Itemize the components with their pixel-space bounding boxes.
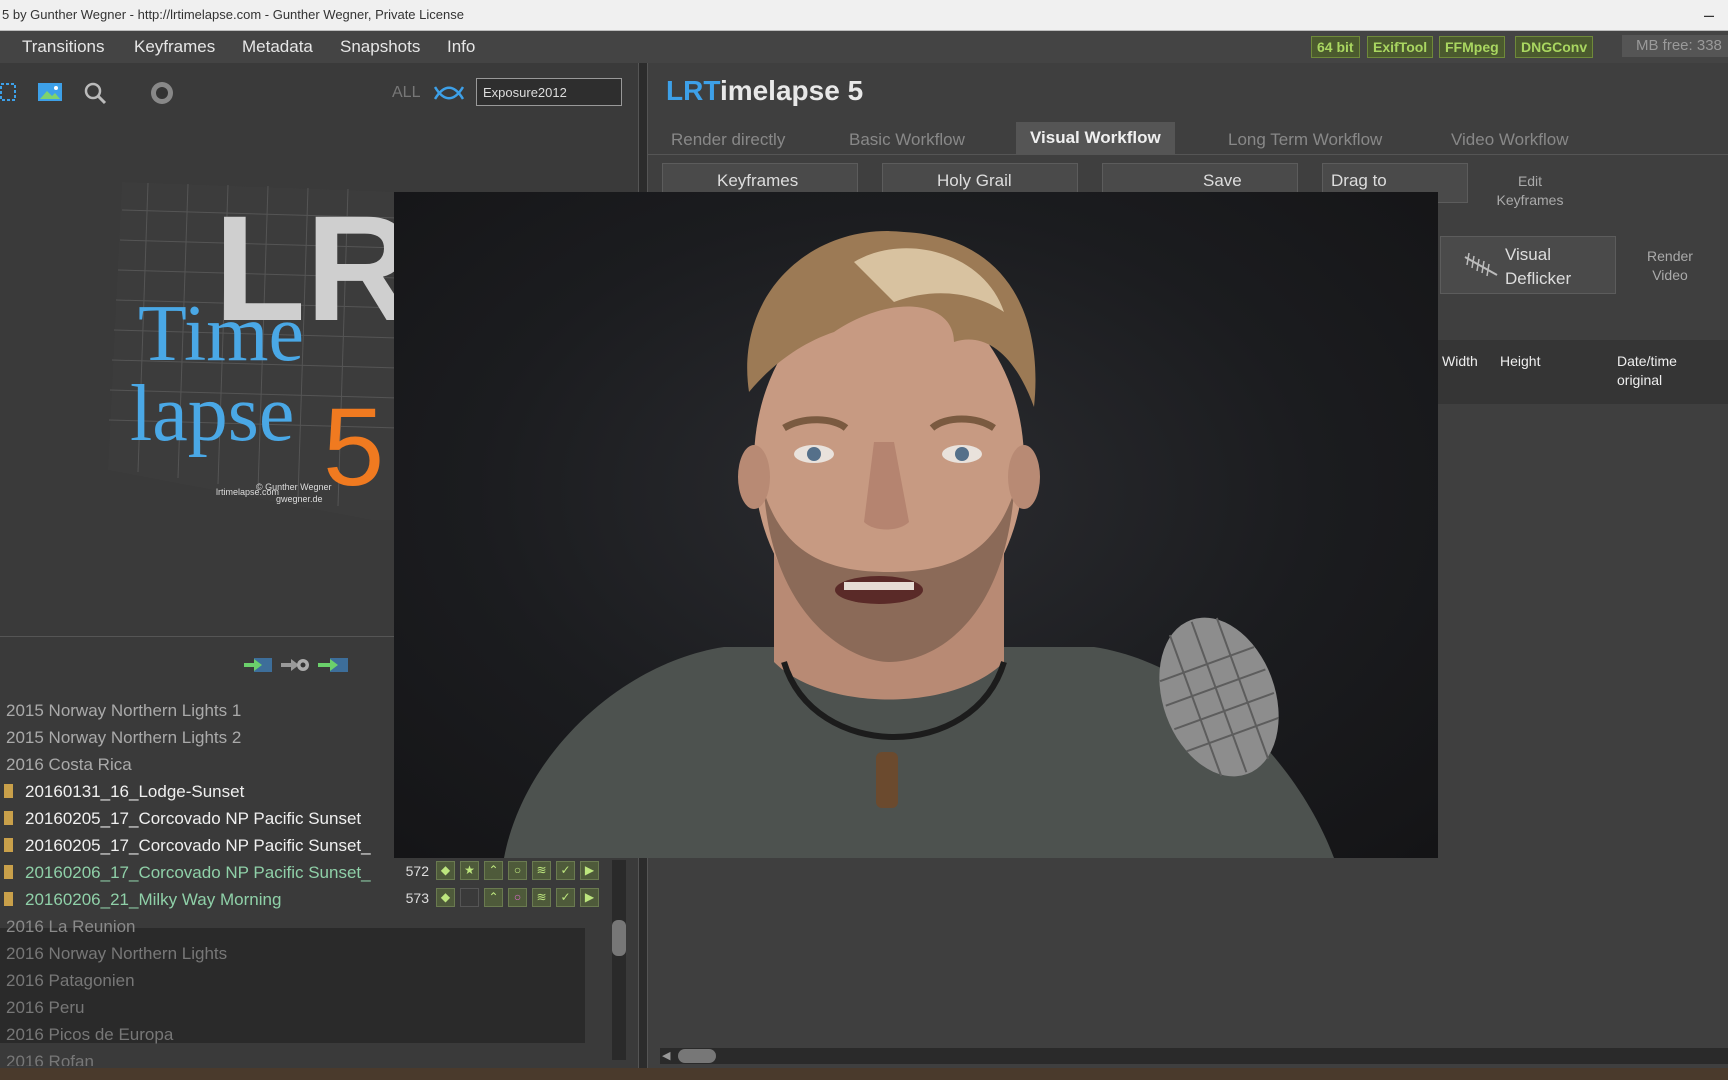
folder-icon (4, 784, 13, 798)
folder-item[interactable]: 2016 Peru (6, 998, 84, 1018)
folder-icon (4, 865, 13, 879)
cover-credit-2: lrtimelapse.com (216, 487, 279, 497)
tab-video-workflow[interactable]: Video Workflow (1451, 130, 1568, 150)
frame-row[interactable]: 572 ◆ ★ ⌃ ○ ≋ ✓ ▶ (395, 861, 605, 883)
menu-transitions[interactable]: Transitions (22, 37, 105, 57)
empty-icon[interactable] (460, 888, 479, 907)
menu-bar: Transitions Keyframes Metadata Snapshots… (0, 31, 1728, 64)
mb-free-indicator: MB free: 338 (1622, 35, 1728, 57)
folder-item[interactable]: 2016 Rofan (6, 1052, 94, 1066)
folder-item[interactable]: 2016 Costa Rica (6, 755, 132, 775)
badge-64bit: 64 bit (1311, 36, 1360, 58)
filter-input[interactable] (476, 78, 622, 106)
folder-icon (4, 811, 13, 825)
folder-item[interactable]: 2015 Norway Northern Lights 1 (6, 701, 241, 721)
scroll-left-icon[interactable]: ◀ (662, 1049, 670, 1062)
product-cover-image: LR Time lapse 5 © Gunther Wegner lrtimel… (108, 180, 414, 525)
search-icon[interactable] (83, 81, 107, 110)
badge-exiftool: ExifTool (1367, 36, 1434, 58)
tab-long-term-workflow[interactable]: Long Term Workflow (1228, 130, 1382, 150)
cover-time-text: Time (138, 290, 304, 378)
badge-dngconv: DNGConv (1515, 36, 1594, 58)
folder-item[interactable]: 2016 Picos de Europa (6, 1025, 173, 1045)
curve-icon[interactable]: ⌃ (484, 861, 503, 880)
col-width[interactable]: Width (1442, 352, 1478, 371)
folder-icon (4, 892, 13, 906)
folder-item[interactable]: 2016 Norway Northern Lights (6, 944, 227, 964)
filter-all-label[interactable]: ALL (392, 84, 420, 102)
scrollbar-thumb[interactable] (678, 1049, 716, 1063)
minimize-button[interactable]: – (1704, 0, 1714, 30)
window-title: 5 by Gunther Wegner - http://lrtimelapse… (2, 7, 464, 22)
visual-label: Visual (1505, 245, 1551, 264)
import-icon[interactable] (244, 655, 274, 680)
folder-item[interactable]: 2015 Norway Northern Lights 2 (6, 728, 241, 748)
scrollbar-thumb[interactable] (612, 920, 626, 956)
image-icon[interactable] (38, 83, 62, 106)
table-header: Width Height Date/time original (1430, 340, 1728, 404)
horizontal-scrollbar[interactable]: ◀ (660, 1048, 1728, 1064)
edit-keyframes-label: Edit Keyframes (1496, 173, 1564, 208)
circle-icon[interactable]: ○ (508, 861, 527, 880)
subfolder-item[interactable]: 20160205_17_Corcovado NP Pacific Sunset_ (4, 836, 371, 856)
visual-deflicker-button[interactable]: Visual Deflicker (1440, 236, 1616, 294)
folder-item[interactable]: 2016 Patagonien (6, 971, 135, 991)
menu-info[interactable]: Info (447, 37, 475, 57)
keyframe-icon[interactable]: ◆ (436, 861, 455, 880)
select-icon[interactable] (0, 83, 16, 106)
cover-credit-3: gwegner.de (276, 494, 323, 504)
col-height[interactable]: Height (1500, 352, 1540, 371)
subfolder-item[interactable]: 20160205_17_Corcovado NP Pacific Sunset (4, 809, 361, 829)
play-icon[interactable]: ▶ (580, 888, 599, 907)
subfolder-item-selected[interactable]: 20160206_17_Corcovado NP Pacific Sunset_ (4, 863, 371, 883)
render-video-label: Render Video (1647, 248, 1693, 283)
subfolder-item[interactable]: 20160131_16_Lodge-Sunset (4, 782, 244, 802)
settings-icon[interactable] (281, 655, 311, 680)
folder-icon (4, 838, 13, 852)
bottom-bar (0, 1068, 1728, 1080)
col-date-time[interactable]: Date/time original (1617, 352, 1677, 390)
title-bar: 5 by Gunther Wegner - http://lrtimelapse… (0, 0, 1728, 31)
divider (0, 636, 394, 637)
keyframe-icon[interactable]: ◆ (436, 888, 455, 907)
app-logo: LRTimelapse 5 (666, 75, 864, 106)
cover-lapse-text: lapse (130, 370, 294, 458)
folder-scrollbar[interactable] (612, 860, 626, 1060)
folder-item[interactable]: 2016 La Reunion (6, 917, 136, 937)
tab-basic-workflow[interactable]: Basic Workflow (849, 130, 965, 150)
check-icon[interactable]: ✓ (556, 888, 575, 907)
play-icon[interactable]: ▶ (580, 861, 599, 880)
subfolder-item-selected[interactable]: 20160206_21_Milky Way Morning (4, 890, 281, 910)
curve-icon[interactable] (433, 84, 465, 107)
menu-metadata[interactable]: Metadata (242, 37, 313, 57)
circle-icon[interactable] (150, 81, 174, 110)
frame-number: 572 (405, 863, 429, 879)
menu-snapshots[interactable]: Snapshots (340, 37, 420, 57)
histogram-icon[interactable]: ≋ (532, 888, 551, 907)
deflicker-icon (1463, 249, 1499, 284)
webcam-video-overlay (394, 192, 1438, 858)
star-icon[interactable]: ★ (460, 861, 479, 880)
cover-number: 5 (323, 386, 384, 509)
frame-row[interactable]: 573 ◆ ⌃ ○ ≋ ✓ ▶ (395, 888, 605, 910)
check-icon[interactable]: ✓ (556, 861, 575, 880)
histogram-icon[interactable]: ≋ (532, 861, 551, 880)
menu-keyframes[interactable]: Keyframes (134, 37, 215, 57)
circle-icon[interactable]: ○ (508, 888, 527, 907)
tab-render-directly[interactable]: Render directly (671, 130, 785, 150)
tab-visual-workflow[interactable]: Visual Workflow (1016, 122, 1175, 154)
workflow-tabs: Render directly Basic Workflow Visual Wo… (648, 122, 1728, 155)
curve-icon[interactable]: ⌃ (484, 888, 503, 907)
frame-number: 573 (405, 890, 429, 906)
export-icon[interactable] (318, 655, 348, 680)
badge-ffmpeg: FFMpeg (1439, 36, 1505, 58)
deflicker-label: Deflicker (1505, 269, 1572, 288)
